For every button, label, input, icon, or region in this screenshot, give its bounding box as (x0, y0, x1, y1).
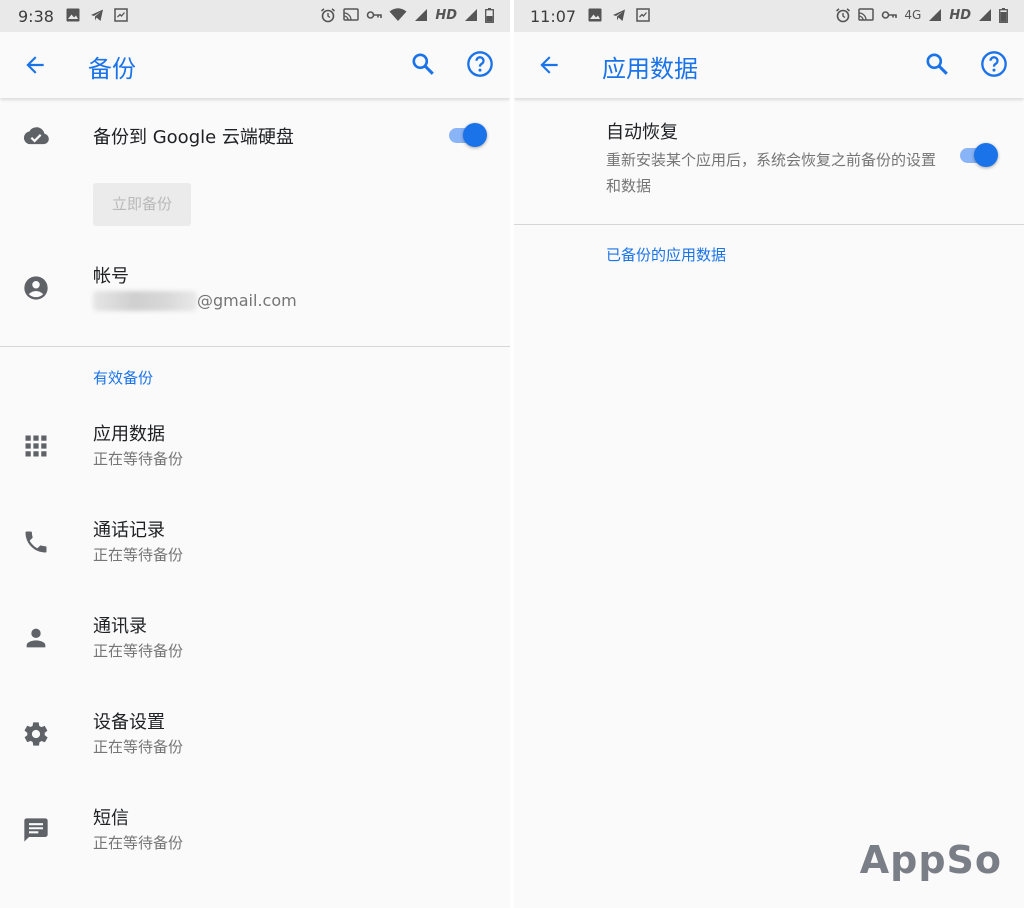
battery-icon (999, 7, 1008, 23)
auto-restore-title: 自动恢复 (606, 122, 678, 143)
image-icon (66, 8, 80, 22)
cast-icon (343, 8, 360, 21)
status-bar: 11:07 4G HD (514, 0, 1024, 32)
image-icon (588, 8, 602, 22)
signal-x-icon (415, 9, 428, 21)
left-screen: 9:38 HD 备份 备份到 Google 云端硬盘 立即备份 帐号 @gmai… (0, 0, 510, 908)
help-icon[interactable] (980, 50, 1008, 78)
item-status: 正在等待备份 (93, 546, 184, 564)
item-title: 应用数据 (93, 424, 165, 445)
toggle-thumb (974, 143, 998, 167)
backup-now-button[interactable]: 立即备份 (93, 183, 191, 226)
back-arrow-icon[interactable] (536, 52, 562, 78)
person-icon (26, 628, 46, 648)
notification-icons (66, 8, 128, 22)
item-status: 正在等待备份 (93, 834, 184, 852)
item-title: 通讯录 (93, 616, 147, 637)
item-status: 正在等待备份 (93, 450, 184, 468)
toggle-thumb (463, 123, 487, 147)
message-icon (24, 818, 48, 842)
system-status-icons: HD (320, 7, 494, 23)
page-title: 备份 (88, 55, 136, 83)
notification-icons (588, 8, 650, 22)
screenshot-icon (636, 8, 650, 22)
network-type-label: 4G (904, 8, 922, 22)
backup-settings-list: 备份到 Google 云端硬盘 立即备份 帐号 @gmail.com 有效备份 … (0, 98, 510, 908)
gear-icon (24, 722, 48, 746)
cast-icon (858, 8, 875, 21)
back-arrow-icon[interactable] (22, 52, 48, 78)
status-time: 9:38 (18, 7, 54, 26)
section-header-effective-backup: 有效备份 (93, 369, 154, 387)
appso-watermark: AppSo (859, 838, 1002, 882)
auto-restore-toggle[interactable] (958, 141, 998, 169)
auto-restore-description: 重新安装某个应用后，系统会恢复之前备份的设置和数据 (606, 151, 937, 195)
wifi-icon (389, 8, 407, 21)
signal-icon (465, 9, 477, 21)
signal-icon (929, 9, 942, 21)
account-email-domain: @gmail.com (197, 291, 297, 310)
item-title: 通话记录 (93, 520, 165, 541)
telegram-icon (91, 9, 103, 21)
network-type-label-2: HD (949, 7, 971, 23)
battery-icon (485, 7, 494, 23)
vpn-key-icon (367, 11, 383, 19)
screenshot-icon (114, 8, 128, 22)
item-title: 设备设置 (93, 712, 165, 733)
item-status: 正在等待备份 (93, 642, 184, 660)
help-icon[interactable] (466, 50, 494, 78)
app-bar: 应用数据 (514, 32, 1024, 98)
alarm-icon (321, 8, 336, 23)
backed-up-app-data-link[interactable]: 已备份的应用数据 (606, 244, 726, 265)
item-status: 正在等待备份 (93, 738, 184, 756)
search-icon[interactable] (924, 51, 950, 77)
section-divider (0, 346, 510, 347)
app-bar: 备份 (0, 32, 510, 98)
status-time: 11:07 (530, 7, 577, 26)
section-divider (514, 224, 1024, 225)
blurred-email-name (93, 291, 197, 311)
network-type-label: HD (435, 7, 457, 23)
apps-grid-icon (25, 435, 47, 457)
signal-x-icon (979, 9, 991, 21)
account-circle-icon (24, 276, 48, 300)
backup-drive-toggle[interactable] (447, 121, 487, 149)
cloud-done-icon (23, 127, 49, 145)
page-title: 应用数据 (602, 55, 698, 83)
search-icon[interactable] (410, 51, 436, 77)
vpn-key-icon (882, 11, 898, 19)
telegram-icon (613, 9, 625, 21)
app-data-settings: 自动恢复 重新安装某个应用后，系统会恢复之前备份的设置和数据 已备份的应用数据 (514, 98, 1024, 908)
right-screen: 11:07 4G HD 应用数据 自动恢复 重新安装某个应用后，系统会恢复之前备… (514, 0, 1024, 908)
account-label: 帐号 (93, 266, 129, 287)
backup-drive-label: 备份到 Google 云端硬盘 (93, 127, 294, 148)
alarm-icon (836, 8, 851, 23)
phone-icon (25, 531, 47, 553)
item-title: 短信 (93, 808, 129, 829)
system-status-icons: 4G HD (835, 7, 1008, 23)
status-bar: 9:38 HD (0, 0, 510, 32)
